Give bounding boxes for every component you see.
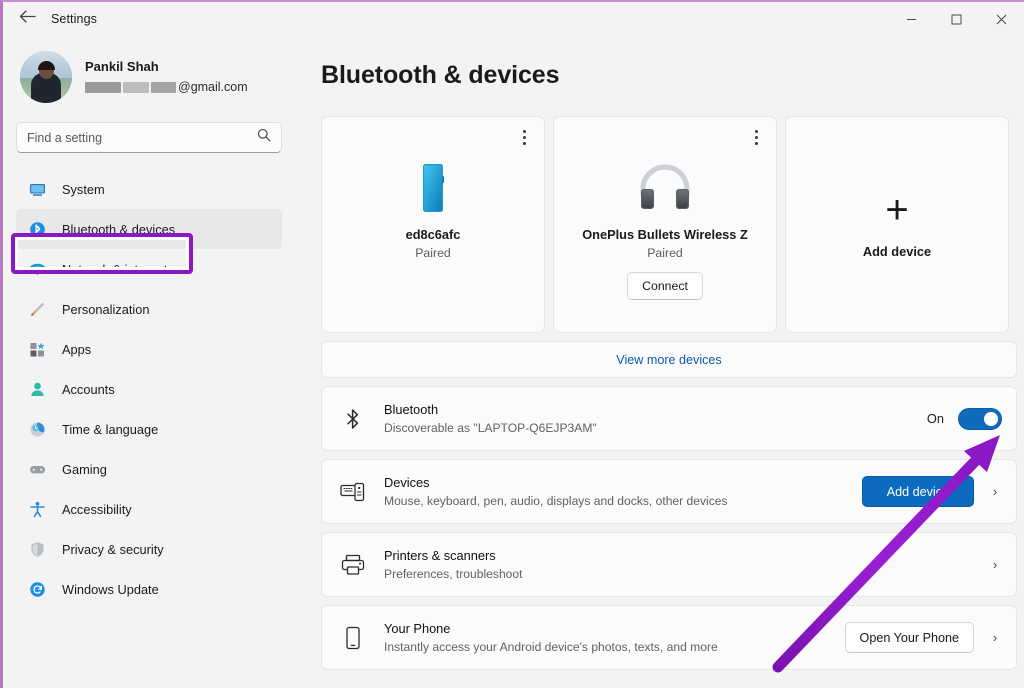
apps-icon xyxy=(28,340,46,358)
more-options-icon[interactable] xyxy=(744,125,768,149)
add-device-card-label: Add device xyxy=(862,244,932,259)
chevron-right-icon[interactable]: › xyxy=(988,630,1002,645)
sidebar-item-label: Accessibility xyxy=(62,501,132,517)
gamepad-icon xyxy=(28,460,46,478)
clock-globe-icon xyxy=(28,420,46,438)
device-card[interactable]: OnePlus Bullets Wireless Z Paired Connec… xyxy=(553,116,777,333)
paintbrush-icon xyxy=(28,300,46,318)
wifi-icon xyxy=(28,260,46,278)
page-title: Bluetooth & devices xyxy=(321,61,560,89)
sidebar-item-label: System xyxy=(62,181,105,197)
sidebar-item-label: Apps xyxy=(62,341,92,357)
printer-icon xyxy=(340,554,366,576)
sidebar-item-label: Gaming xyxy=(62,461,107,477)
row-your-phone[interactable]: Your Phone Instantly access your Android… xyxy=(321,605,1017,670)
sidebar-item-label: Accounts xyxy=(62,381,115,397)
title-bar: Settings xyxy=(3,2,1024,36)
sidebar-item-accounts[interactable]: Accounts xyxy=(16,369,282,409)
more-options-icon[interactable] xyxy=(512,125,536,149)
sidebar-item-personalization[interactable]: Personalization xyxy=(16,289,282,329)
search-icon[interactable] xyxy=(257,128,271,147)
devices-icon xyxy=(340,481,366,503)
sidebar-item-label: Privacy & security xyxy=(62,541,164,557)
add-device-card[interactable]: + Add device xyxy=(785,116,1009,333)
device-status: Paired xyxy=(415,246,451,260)
device-cards: ed8c6afc Paired OnePlus Bullets Wireless… xyxy=(321,116,1024,333)
search-input[interactable] xyxy=(27,130,257,145)
sidebar-item-system[interactable]: System xyxy=(16,169,282,209)
row-devices[interactable]: Devices Mouse, keyboard, pen, audio, dis… xyxy=(321,459,1017,524)
account-email: @gmail.com xyxy=(85,79,248,96)
email-domain: @gmail.com xyxy=(178,79,248,94)
row-subtitle: Instantly access your Android device's p… xyxy=(384,639,718,654)
sidebar-item-label: Network & internet xyxy=(62,261,168,277)
open-your-phone-button[interactable]: Open Your Phone xyxy=(844,622,974,653)
add-device-button[interactable]: Add device xyxy=(861,476,974,507)
device-card[interactable]: ed8c6afc Paired xyxy=(321,116,545,333)
main-content: Bluetooth & devices ed8c6afc Paired OneP… xyxy=(304,36,1024,688)
row-title: Printers & scanners xyxy=(384,547,496,563)
sidebar-item-network-internet[interactable]: Network & internet xyxy=(16,249,282,289)
search-box[interactable] xyxy=(16,122,282,153)
sidebar-item-gaming[interactable]: Gaming xyxy=(16,449,282,489)
person-icon xyxy=(28,380,46,398)
sidebar-item-apps[interactable]: Apps xyxy=(16,329,282,369)
sidebar-item-privacy-security[interactable]: Privacy & security xyxy=(16,529,282,569)
redacted-block xyxy=(151,81,176,93)
minimize-button[interactable] xyxy=(889,2,934,36)
row-title: Your Phone xyxy=(384,620,451,636)
close-button[interactable] xyxy=(979,2,1024,36)
row-subtitle: Preferences, troubleshoot xyxy=(384,566,523,581)
account-name: Pankil Shah xyxy=(85,59,159,75)
row-subtitle: Discoverable as "LAPTOP-Q6EJP3AM" xyxy=(384,420,597,435)
redacted-block xyxy=(123,81,149,93)
back-arrow-icon xyxy=(19,10,36,28)
device-name: ed8c6afc xyxy=(405,227,461,242)
redacted-block xyxy=(85,81,121,93)
sidebar-item-accessibility[interactable]: Accessibility xyxy=(16,489,282,529)
row-bluetooth[interactable]: Bluetooth Discoverable as "LAPTOP-Q6EJP3… xyxy=(321,386,1017,451)
device-name: OnePlus Bullets Wireless Z xyxy=(582,227,748,242)
view-more-devices-link[interactable]: View more devices xyxy=(321,341,1017,378)
chevron-right-icon[interactable]: › xyxy=(988,557,1002,572)
window-controls xyxy=(889,2,1024,36)
sidebar-item-time-language[interactable]: Time & language xyxy=(16,409,282,449)
monitor-icon xyxy=(28,180,46,198)
account-block[interactable]: Pankil Shah @gmail.com xyxy=(6,36,304,112)
sidebar-item-label: Time & language xyxy=(62,421,159,437)
sidebar-item-label: Windows Update xyxy=(62,581,159,597)
back-button[interactable] xyxy=(9,4,45,34)
row-title: Bluetooth xyxy=(384,401,439,417)
view-more-devices-label: View more devices xyxy=(616,352,722,367)
bluetooth-toggle[interactable] xyxy=(958,407,1002,430)
settings-window: Settings Pankil Shah @gmail.com Find a s… xyxy=(0,0,1024,688)
avatar xyxy=(20,51,72,103)
row-printers-scanners[interactable]: Printers & scanners Preferences, trouble… xyxy=(321,532,1017,597)
phone-icon xyxy=(419,159,447,217)
update-icon xyxy=(28,580,46,598)
row-subtitle: Mouse, keyboard, pen, audio, displays an… xyxy=(384,493,728,508)
sidebar-item-bluetooth-devices[interactable]: Bluetooth & devices xyxy=(16,209,282,249)
sidebar: Pankil Shah @gmail.com Find a setting Sy… xyxy=(6,36,304,688)
sidebar-item-label: Bluetooth & devices xyxy=(62,221,176,237)
shield-icon xyxy=(28,540,46,558)
device-status: Paired xyxy=(647,246,683,260)
headphones-icon xyxy=(638,159,692,217)
smartphone-icon xyxy=(340,626,366,650)
bluetooth-icon xyxy=(28,220,46,238)
connect-button[interactable]: Connect xyxy=(627,272,703,300)
chevron-right-icon[interactable]: › xyxy=(988,484,1002,499)
sidebar-item-label: Personalization xyxy=(62,301,150,317)
bluetooth-glyph-icon xyxy=(340,407,366,431)
plus-icon: + xyxy=(885,188,909,232)
sidebar-nav: System Bluetooth & devices Network & int… xyxy=(6,169,304,609)
row-title: Devices xyxy=(384,474,430,490)
maximize-button[interactable] xyxy=(934,2,979,36)
bluetooth-toggle-label: On xyxy=(926,411,944,426)
accessibility-icon xyxy=(28,500,46,518)
sidebar-item-windows-update[interactable]: Windows Update xyxy=(16,569,282,609)
app-title: Settings xyxy=(51,12,97,26)
